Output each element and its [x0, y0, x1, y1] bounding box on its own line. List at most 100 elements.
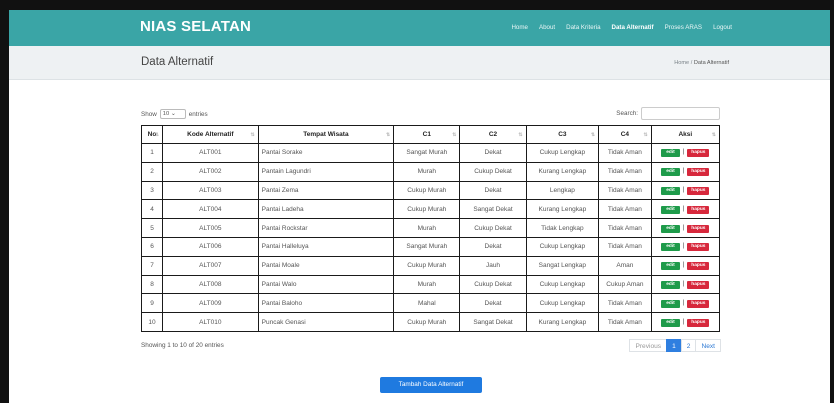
delete-button[interactable]: hapus — [687, 224, 710, 233]
cell-aksi: edit | hapus — [650, 236, 721, 257]
table-row: 4 ALT004 Pantai Ladeha Cukup Murah Sangat De… — [140, 199, 721, 220]
cell-c4: Tidak Aman — [598, 161, 652, 182]
cell-c1: Cukup Murah — [393, 255, 461, 276]
cell-c1: Cukup Murah — [393, 312, 461, 332]
cell-c3: Sangat Lengkap — [525, 255, 600, 276]
alternatif-table: No ⇅ Kode Alternatif ⇅ Tempat Wisata ⇅ C1 ⇅ … — [140, 125, 721, 332]
edit-button[interactable]: edit — [661, 243, 680, 252]
cell-c4: Tidak Aman — [598, 199, 652, 220]
cell-c2: Cukup Dekat — [459, 161, 527, 182]
table-header-row: No ⇅ Kode Alternatif ⇅ Tempat Wisata ⇅ C1 ⇅ … — [140, 125, 721, 144]
col-no[interactable]: No ⇅ — [140, 125, 164, 144]
nav-proses-aras[interactable]: Proses ARAS — [665, 24, 702, 31]
cell-c1: Sangat Murah — [393, 236, 461, 257]
delete-button[interactable]: hapus — [687, 280, 710, 289]
delete-button[interactable]: hapus — [687, 299, 710, 308]
cell-aksi: edit | hapus — [650, 218, 721, 238]
action-separator: | — [682, 149, 685, 156]
cell-aksi: edit | hapus — [650, 274, 721, 295]
delete-button[interactable]: hapus — [687, 168, 710, 177]
cell-c1: Murah — [393, 274, 461, 295]
delete-button[interactable]: hapus — [687, 149, 710, 158]
breadcrumb-current: Data Alternatif — [693, 60, 729, 66]
col-c1[interactable]: C1 ⇅ — [393, 125, 461, 144]
edit-button[interactable]: edit — [661, 262, 680, 271]
col-c2[interactable]: C2 ⇅ — [459, 125, 527, 144]
col-kode-alternatif[interactable]: Kode Alternatif ⇅ — [162, 125, 259, 144]
cell-c3: Cukup Lengkap — [525, 274, 600, 295]
nav-home[interactable]: Home — [511, 24, 528, 31]
nav-about[interactable]: About — [539, 24, 555, 31]
edit-button[interactable]: edit — [661, 205, 680, 214]
delete-button[interactable]: hapus — [687, 186, 710, 195]
search-label: Search: — [616, 110, 638, 117]
cell-no: 2 — [140, 161, 164, 182]
edit-button[interactable]: edit — [661, 280, 680, 289]
delete-button[interactable]: hapus — [687, 243, 710, 252]
edit-button[interactable]: edit — [661, 224, 680, 233]
cell-tempat: Pantai Rockstar — [257, 218, 395, 238]
cell-kode: ALT009 — [162, 293, 259, 314]
cell-tempat: Pantai Zema — [257, 180, 395, 201]
search-input[interactable] — [641, 107, 720, 120]
action-separator: | — [682, 280, 685, 287]
search-control: Search: — [616, 107, 720, 120]
cell-c3: Lengkap — [525, 180, 600, 201]
cell-tempat: Pantai Ladeha — [257, 199, 395, 220]
col-tempat-wisata[interactable]: Tempat Wisata ⇅ — [257, 125, 395, 144]
breadcrumb-home[interactable]: Home — [674, 60, 689, 66]
action-separator: | — [682, 205, 685, 212]
entries-select[interactable]: 10 ⌄ — [159, 109, 186, 119]
cell-kode: ALT001 — [162, 143, 259, 163]
nav-data-alternatif[interactable]: Data Alternatif — [612, 24, 654, 31]
edit-button[interactable]: edit — [661, 168, 680, 177]
cell-kode: ALT004 — [162, 199, 259, 220]
app-window: NIAS SELATAN Home About Data Kriteria Da… — [0, 0, 834, 403]
col-c4[interactable]: C4 ⇅ — [598, 125, 652, 144]
cell-kode: ALT005 — [162, 218, 259, 238]
delete-button[interactable]: hapus — [687, 205, 710, 214]
cell-c4: Tidak Aman — [598, 293, 652, 314]
cell-c4: Tidak Aman — [598, 218, 652, 238]
cell-c2: Dekat — [459, 180, 527, 201]
cell-c3: Kurang Lengkap — [525, 161, 600, 182]
pagination-next[interactable]: Next — [695, 339, 721, 352]
cell-no: 8 — [140, 274, 164, 295]
pagination-page-1[interactable]: 1 — [666, 339, 682, 352]
pagination-page-2[interactable]: 2 — [680, 339, 697, 352]
edit-button[interactable]: edit — [661, 149, 680, 158]
pagination-previous[interactable]: Previous — [629, 339, 668, 352]
cell-c2: Dekat — [459, 143, 527, 163]
table-controls: Show 10 ⌄ entries Search: — [141, 107, 720, 121]
sort-icon: ⇅ — [250, 132, 255, 138]
nav-data-kriteria[interactable]: Data Kriteria — [566, 24, 600, 31]
cell-c2: Dekat — [459, 236, 527, 257]
brand-logo[interactable]: NIAS SELATAN — [140, 18, 251, 35]
cell-c2: Sangat Dekat — [459, 312, 527, 332]
col-aksi[interactable]: Aksi ⇅ — [650, 125, 721, 144]
cell-c2: Dekat — [459, 293, 527, 314]
edit-button[interactable]: edit — [661, 318, 680, 327]
edit-button[interactable]: edit — [661, 186, 680, 195]
cell-no: 4 — [140, 199, 164, 220]
cell-c3: Cukup Lengkap — [525, 293, 600, 314]
col-c3[interactable]: C3 ⇅ — [525, 125, 600, 144]
delete-button[interactable]: hapus — [687, 318, 710, 327]
action-separator: | — [682, 262, 685, 269]
add-alternatif-button[interactable]: Tambah Data Alternatif — [380, 377, 482, 393]
table-row: 7 ALT007 Pantai Moale Cukup Murah Jauh Sangat… — [140, 255, 721, 276]
delete-button[interactable]: hapus — [687, 262, 710, 271]
nav-logout[interactable]: Logout — [713, 24, 732, 31]
table-row: 3 ALT003 Pantai Zema Cukup Murah Dekat Lengka… — [140, 180, 721, 201]
entries-label: entries — [188, 110, 208, 118]
cell-no: 5 — [140, 218, 164, 238]
action-separator: | — [682, 299, 685, 306]
breadcrumb: Home / Data Alternatif — [674, 60, 729, 66]
cell-kode: ALT010 — [162, 312, 259, 332]
page-title: Data Alternatif — [141, 56, 214, 68]
cell-no: 1 — [140, 143, 164, 163]
edit-button[interactable]: edit — [661, 299, 680, 308]
table-row: 5 ALT005 Pantai Rockstar Murah Cukup Dekat Ti… — [140, 218, 721, 238]
cell-kode: ALT002 — [162, 161, 259, 182]
nav-links: Home About Data Kriteria Data Alternatif… — [511, 24, 732, 31]
